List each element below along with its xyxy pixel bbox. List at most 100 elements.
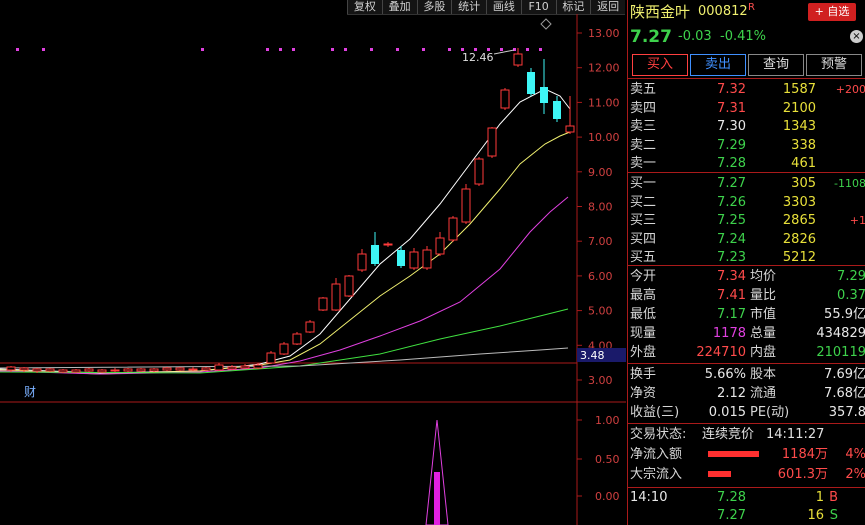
- current-price-tag: 3.48: [580, 349, 605, 362]
- candle-up: [188, 368, 198, 371]
- ask-volume: 338: [791, 137, 816, 153]
- stat-row: 今开 7.34 均价 7.29: [628, 267, 865, 286]
- toolbar-f10-button[interactable]: F10: [520, 0, 556, 14]
- close-icon[interactable]: ×: [850, 30, 863, 43]
- signal-dot: [344, 48, 347, 51]
- bid-price: 7.26: [717, 194, 746, 210]
- candle-up: [97, 369, 107, 373]
- tick-row: 14:10 7.28 1 B: [628, 488, 865, 507]
- bid-volume: 2865: [782, 213, 816, 228]
- stat-label: 均价: [750, 269, 777, 284]
- fundamental-row: 收益(三) 0.015 PE(动) 357.8: [628, 403, 865, 422]
- stat-label: 市值: [750, 307, 777, 322]
- stat-value: 210119: [816, 345, 865, 360]
- stat-value: 55.9亿: [824, 307, 865, 322]
- toolbar-draw-button[interactable]: 画线: [486, 0, 521, 14]
- alert-button[interactable]: 预警: [806, 54, 862, 76]
- fund-flow-row: 净流入额 1184万 4%: [628, 445, 865, 464]
- toolbar-fuquan-button[interactable]: 复权: [347, 0, 382, 14]
- bid-row[interactable]: 买一 7.27 305 -1108: [628, 174, 865, 193]
- ask-row[interactable]: 卖四 7.31 2100: [628, 99, 865, 118]
- stat-value: 1178: [712, 326, 746, 341]
- query-button[interactable]: 查询: [748, 54, 804, 76]
- fundamental-label: 流通: [750, 386, 777, 401]
- signal-dot: [42, 48, 45, 51]
- stat-label: 最低: [630, 307, 657, 322]
- fund-flow-bar: [708, 451, 759, 457]
- bid-volume: 2826: [782, 231, 816, 247]
- signal-dot: [396, 48, 399, 51]
- ask-row[interactable]: 卖一 7.28 461: [628, 154, 865, 173]
- ask-row[interactable]: 卖五 7.32 1587 +200: [628, 80, 865, 99]
- candle-up: [279, 343, 289, 355]
- stock-name: 陕西金叶: [630, 3, 691, 21]
- tick-side: B: [829, 490, 838, 505]
- bid-change: +1: [849, 214, 865, 227]
- candle-up: [500, 89, 510, 109]
- add-favorite-button[interactable]: + 自选: [808, 3, 856, 21]
- price-axis-label: 5.00: [588, 305, 613, 318]
- candle-up: [110, 369, 120, 372]
- ask-row[interactable]: 卖二 7.29 338: [628, 136, 865, 155]
- tick-price: 7.28: [717, 490, 746, 505]
- financial-report-marker[interactable]: 财: [24, 385, 36, 399]
- ask-row[interactable]: 卖三 7.30 1343: [628, 117, 865, 136]
- bid-label: 买三: [630, 213, 657, 228]
- candle-down: [553, 101, 561, 119]
- toolbar-back-button[interactable]: 返回: [590, 0, 625, 14]
- ma5-line: [0, 88, 571, 374]
- bid-row[interactable]: 买三 7.25 2865 +1: [628, 211, 865, 230]
- sell-button[interactable]: 卖出: [690, 54, 746, 76]
- indicator-axis-label: 1.00: [595, 414, 620, 427]
- indicator-axis-label: 0.00: [595, 490, 620, 503]
- fundamental-value: 0.015: [708, 405, 746, 420]
- signal-dot: [266, 48, 269, 51]
- bid-label: 买二: [630, 194, 657, 210]
- candle-up: [175, 367, 185, 371]
- bid-price: 7.24: [717, 231, 746, 247]
- candle-up: [266, 352, 276, 364]
- toolbar-overlay-button[interactable]: 叠加: [381, 0, 417, 14]
- stat-label: 内盘: [750, 345, 777, 360]
- tick-volume: 16: [807, 508, 824, 523]
- candle-up: [305, 321, 315, 333]
- candlestick-chart[interactable]: 13.00 12.00 11.00 10.00 9.00 8.00 7.00 6.00 5.00…: [0, 14, 626, 525]
- ask-volume: 2100: [782, 100, 816, 116]
- candle-up: [201, 367, 211, 371]
- ask-price: 7.30: [717, 119, 746, 134]
- candle-up: [435, 237, 445, 255]
- signal-dot: [370, 48, 373, 51]
- bid-row[interactable]: 买四 7.24 2826: [628, 230, 865, 249]
- candle-up: [422, 249, 432, 269]
- ask-price: 7.32: [717, 82, 746, 97]
- fundamental-label: 收益(三): [630, 405, 680, 420]
- fund-flow-row: 大宗流入 601.3万 2%: [628, 465, 865, 484]
- tick-price: 7.27: [717, 508, 746, 523]
- stat-value: 434829: [816, 326, 865, 341]
- fund-flow-bar: [708, 471, 731, 477]
- toolbar-multi-stock-button[interactable]: 多股: [416, 0, 452, 14]
- candle-down: [397, 250, 405, 266]
- toolbar-mark-button[interactable]: 标记: [555, 0, 591, 14]
- stat-label: 总量: [750, 326, 777, 341]
- fundamental-value: 2.12: [717, 386, 746, 401]
- stat-row: 最高 7.41 量比 0.37: [628, 286, 865, 305]
- fund-flow-amount: 1184万: [781, 447, 828, 462]
- fundamental-label: PE(动): [750, 405, 790, 420]
- fundamental-row: 净资 2.12 流通 7.68亿: [628, 384, 865, 403]
- bid-row[interactable]: 买二 7.26 3303: [628, 193, 865, 212]
- fundamental-value: 357.8: [828, 405, 865, 420]
- price-axis-label: 12.00: [588, 62, 620, 75]
- buy-button[interactable]: 买入: [632, 54, 688, 76]
- toolbar-stats-button[interactable]: 统计: [451, 0, 486, 14]
- signal-dot: [539, 48, 542, 51]
- stat-label: 外盘: [630, 345, 657, 360]
- quote-panel: 陕西金叶 000812 R + 自选 7.27 -0.03 -0.41% × 买…: [627, 0, 865, 525]
- trade-status-value: 连续竞价: [702, 427, 755, 442]
- candle-up: [461, 188, 471, 223]
- fundamental-value: 5.66%: [704, 367, 746, 382]
- diamond-icon[interactable]: [540, 18, 552, 30]
- fundamental-value: 7.68亿: [824, 386, 865, 401]
- candle-up: [318, 297, 328, 311]
- trade-status-time: 14:11:27: [766, 427, 825, 442]
